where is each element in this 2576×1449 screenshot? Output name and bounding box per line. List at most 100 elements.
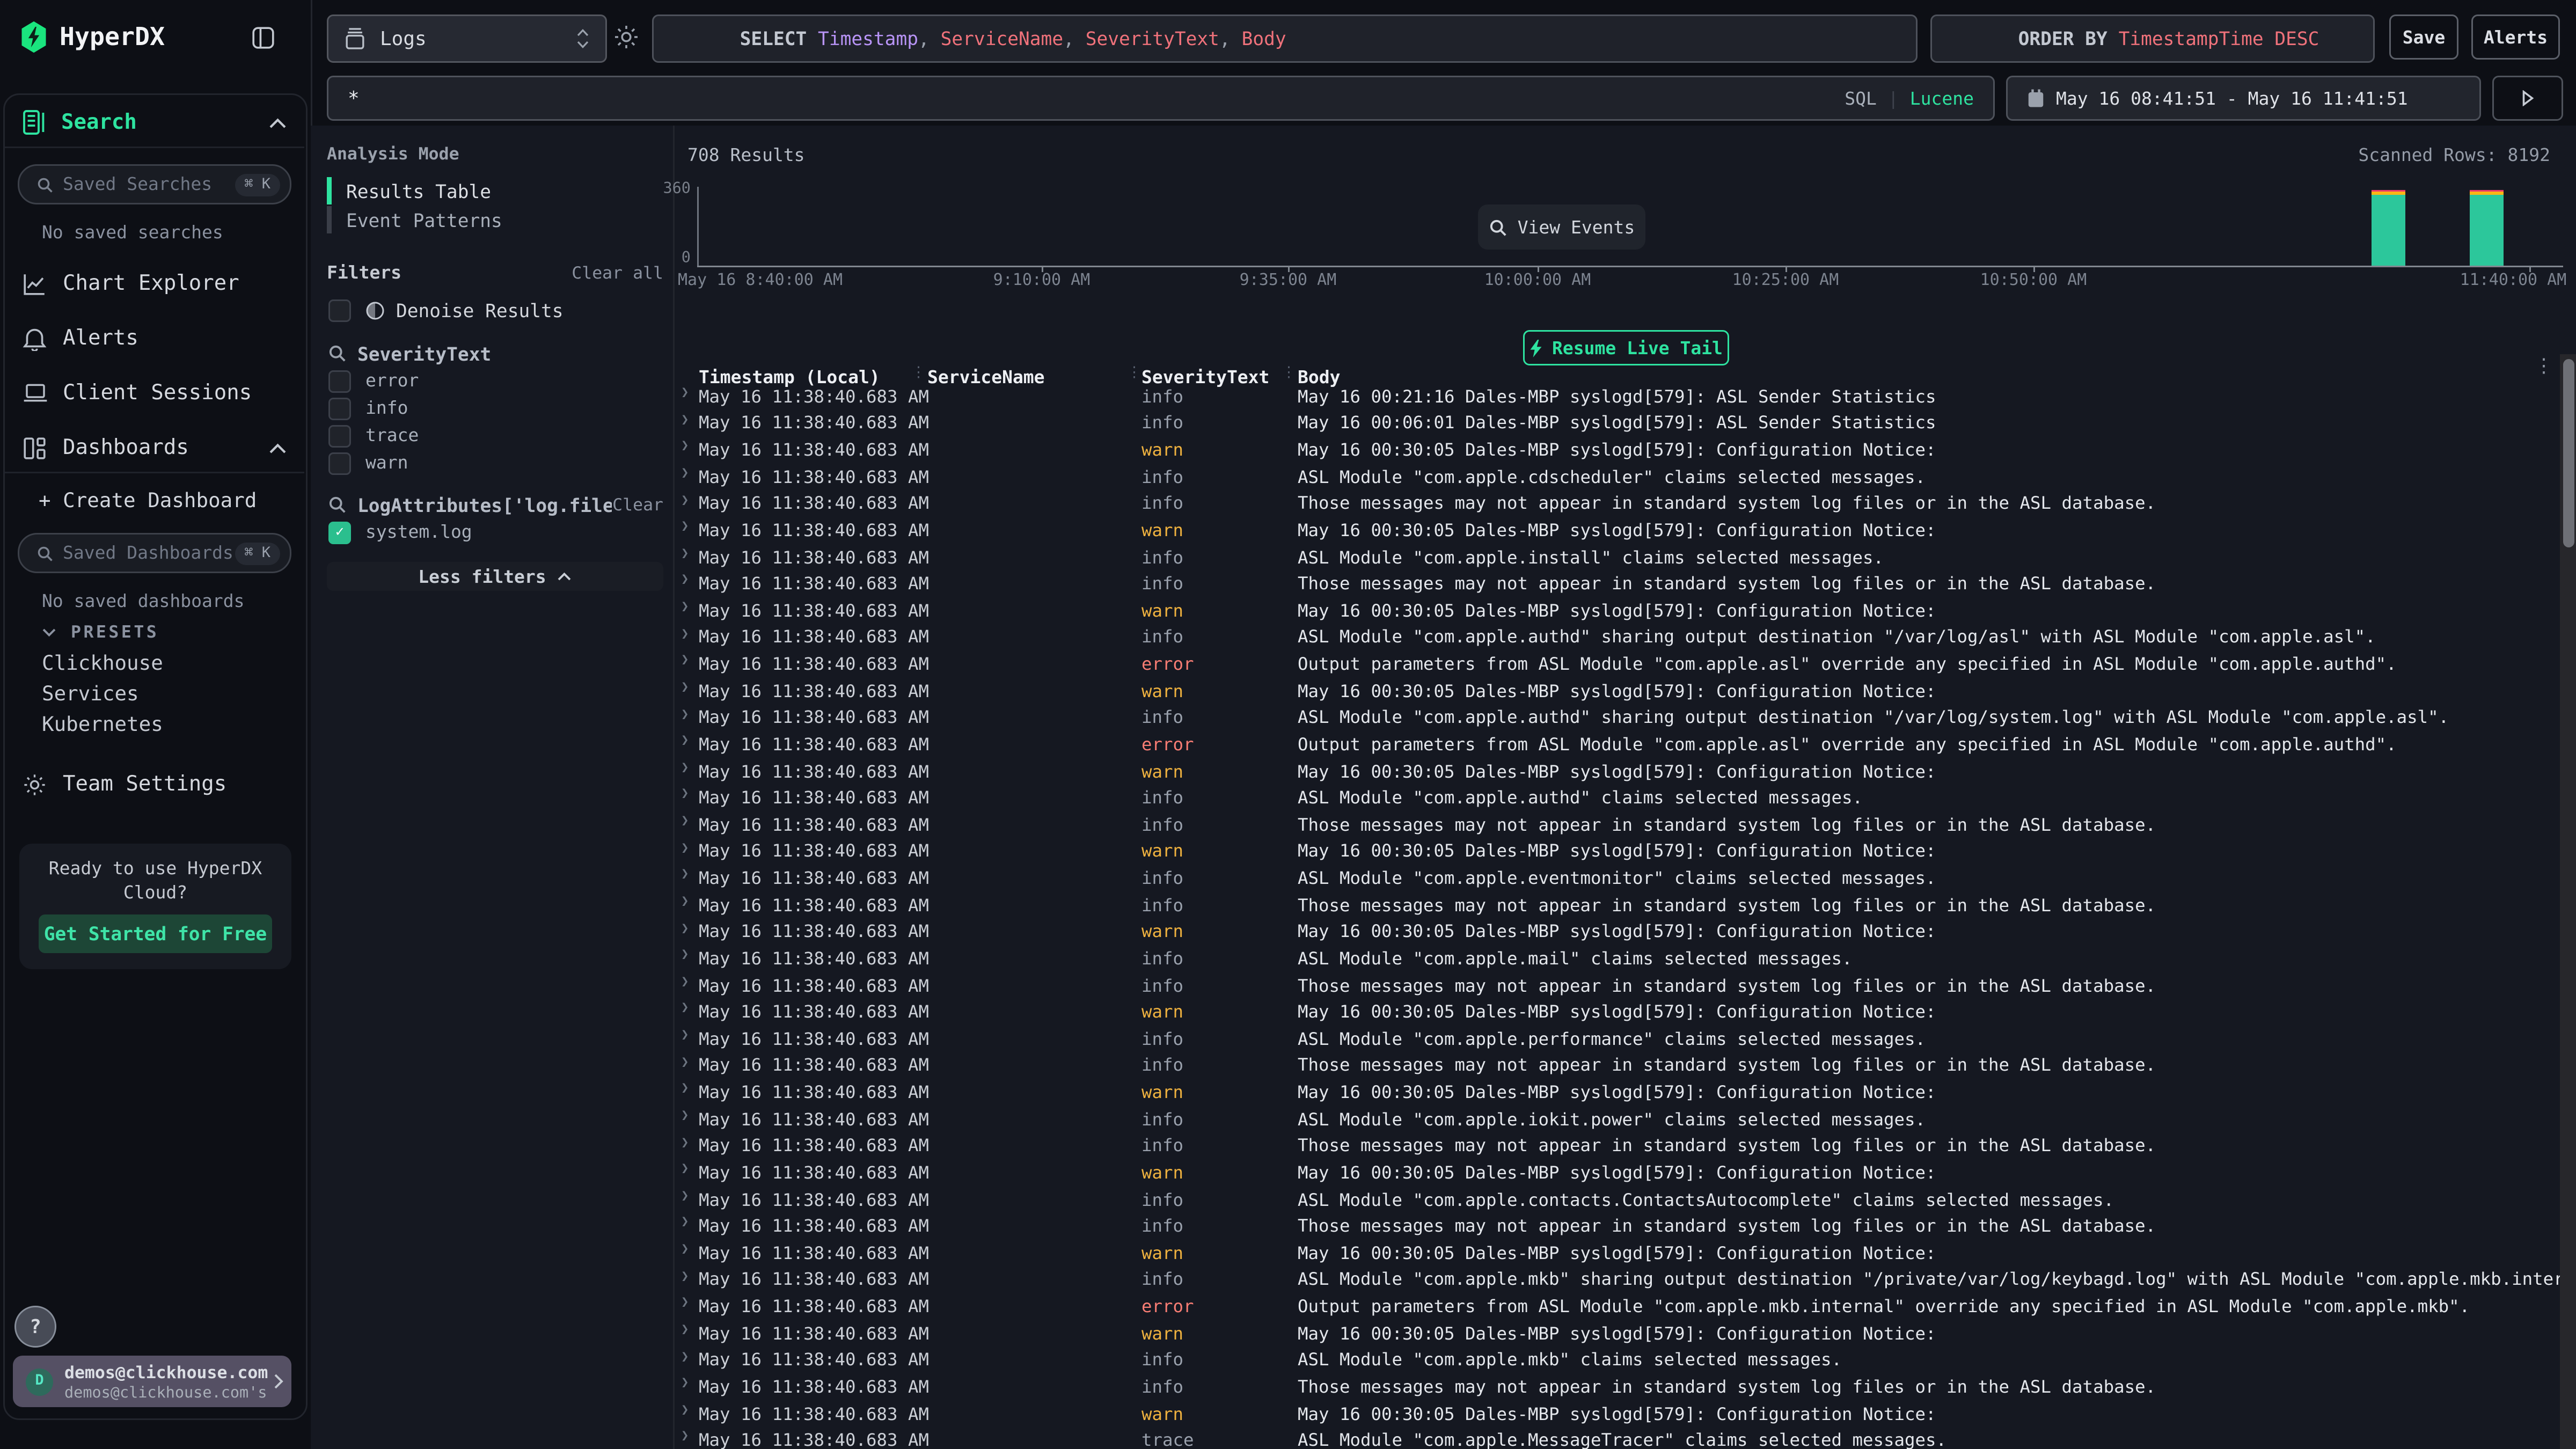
table-row[interactable]: ❯May 16 11:38:40.683 AMwarnMay 16 00:30:… (673, 1159, 2560, 1186)
denoise-checkbox[interactable] (328, 299, 351, 321)
sql-select-input[interactable]: SELECT Timestamp, ServiceName, SeverityT… (652, 14, 1918, 63)
language-toggle[interactable]: SQL | Lucene (1845, 77, 1974, 119)
table-row[interactable]: ❯May 16 11:38:40.683 AMinfoASL Module "c… (673, 1186, 2560, 1213)
bar-segment-error[interactable] (2470, 189, 2504, 192)
checkbox[interactable] (328, 425, 351, 447)
row-expand-icon[interactable]: ❯ (681, 1268, 689, 1283)
sidebar-item-alerts[interactable]: Alerts (23, 322, 287, 354)
table-row[interactable]: ❯May 16 11:38:40.683 AMinfoMay 16 00:06:… (673, 410, 2560, 437)
row-expand-icon[interactable]: ❯ (681, 1000, 689, 1015)
row-expand-icon[interactable]: ❯ (681, 1241, 689, 1256)
table-row[interactable]: ❯May 16 11:38:40.683 AMinfoASL Module "c… (673, 945, 2560, 972)
saved-dashboards-input[interactable]: Saved Dashboards ⌘ K (18, 533, 291, 573)
table-row[interactable]: ❯May 16 11:38:40.683 AMwarnMay 16 00:30:… (673, 597, 2560, 624)
preset-item-services[interactable]: Services (42, 681, 163, 712)
row-expand-icon[interactable]: ❯ (681, 1375, 689, 1389)
chevron-up-icon[interactable] (269, 442, 287, 453)
view-events-button[interactable]: View Events (1478, 204, 1645, 250)
lang-sql[interactable]: SQL (1845, 88, 1877, 109)
checkbox[interactable] (328, 452, 351, 474)
table-row[interactable]: ❯May 16 11:38:40.683 AMinfoThose message… (673, 491, 2560, 517)
table-row[interactable]: ❯May 16 11:38:40.683 AMinfoASL Module "c… (673, 1026, 2560, 1052)
column-resize-handle[interactable]: ⋮ (911, 365, 926, 382)
row-expand-icon[interactable]: ❯ (681, 1429, 689, 1443)
column-resize-handle[interactable]: ⋮ (1282, 365, 1296, 382)
table-row[interactable]: ❯May 16 11:38:40.683 AMinfoASL Module "c… (673, 1347, 2560, 1374)
table-row[interactable]: ❯May 16 11:38:40.683 AMinfoThose message… (673, 811, 2560, 838)
table-row[interactable]: ❯May 16 11:38:40.683 AMinfoASL Module "c… (673, 785, 2560, 811)
preset-item-clickhouse[interactable]: Clickhouse (42, 650, 163, 681)
filter-option-trace[interactable]: trace (328, 422, 663, 449)
row-expand-icon[interactable]: ❯ (681, 733, 689, 747)
table-row[interactable]: ❯May 16 11:38:40.683 AMwarnMay 16 00:30:… (673, 999, 2560, 1026)
bar-segment-warn[interactable] (2470, 192, 2504, 194)
bar-segment-info[interactable] (2470, 194, 2504, 266)
row-expand-icon[interactable]: ❯ (681, 920, 689, 935)
table-row[interactable]: ❯May 16 11:38:40.683 AMwarnMay 16 00:30:… (673, 1240, 2560, 1267)
alerts-button[interactable]: Alerts (2471, 14, 2560, 60)
filter-option-info[interactable]: info (328, 394, 663, 422)
time-range-picker[interactable]: May 16 08:41:51 - May 16 11:41:51 (2006, 76, 2481, 121)
create-dashboard-button[interactable]: + Create Dashboard (39, 488, 257, 512)
table-row[interactable]: ❯May 16 11:38:40.683 AMwarnMay 16 00:30:… (673, 919, 2560, 946)
row-expand-icon[interactable]: ❯ (681, 492, 689, 507)
table-row[interactable]: ❯May 16 11:38:40.683 AMerrorOutput param… (673, 1293, 2560, 1320)
checkbox[interactable]: ✓ (328, 521, 351, 544)
collapse-sidebar-icon[interactable] (251, 26, 275, 50)
checkbox[interactable] (328, 397, 351, 420)
table-row[interactable]: ❯May 16 11:38:40.683 AMinfoThose message… (673, 1213, 2560, 1240)
row-expand-icon[interactable]: ❯ (681, 759, 689, 774)
table-row[interactable]: ❯May 16 11:38:40.683 AMwarnMay 16 00:30:… (673, 517, 2560, 544)
table-row[interactable]: ❯May 16 11:38:40.683 AMinfoThose message… (673, 892, 2560, 919)
table-row[interactable]: ❯May 16 11:38:40.683 AMwarnMay 16 00:30:… (673, 437, 2560, 464)
row-expand-icon[interactable]: ❯ (681, 545, 689, 560)
row-expand-icon[interactable]: ❯ (681, 706, 689, 721)
clear-group-link[interactable]: Clear (612, 495, 663, 515)
row-expand-icon[interactable]: ❯ (681, 1054, 689, 1069)
table-row[interactable]: ❯May 16 11:38:40.683 AMinfoThose message… (673, 1373, 2560, 1400)
table-row[interactable]: ❯May 16 11:38:40.683 AMinfoASL Module "c… (673, 464, 2560, 491)
table-row[interactable]: ❯May 16 11:38:40.683 AMinfoMay 16 00:21:… (673, 383, 2560, 410)
table-row[interactable]: ❯May 16 11:38:40.683 AMtraceASL Module "… (673, 1427, 2560, 1449)
denoise-filter[interactable]: Denoise Results (328, 298, 564, 322)
resume-live-tail-button[interactable]: Resume Live Tail (1523, 330, 1729, 365)
row-expand-icon[interactable]: ❯ (681, 867, 689, 881)
table-row[interactable]: ❯May 16 11:38:40.683 AMinfoASL Module "c… (673, 544, 2560, 570)
search-icon[interactable] (328, 496, 346, 514)
sidebar-item-team-settings[interactable]: Team Settings (23, 768, 287, 800)
saved-searches-input[interactable]: Saved Searches ⌘ K (18, 164, 291, 204)
lang-lucene[interactable]: Lucene (1910, 88, 1974, 109)
table-row[interactable]: ❯May 16 11:38:40.683 AMinfoThose message… (673, 972, 2560, 999)
table-row[interactable]: ❯May 16 11:38:40.683 AMinfoASL Module "c… (673, 624, 2560, 651)
chevron-up-icon[interactable] (269, 117, 287, 128)
row-expand-icon[interactable]: ❯ (681, 840, 689, 854)
sidebar-item-client-sessions[interactable]: Client Sessions (23, 377, 287, 409)
save-button[interactable]: Save (2389, 14, 2458, 60)
row-expand-icon[interactable]: ❯ (681, 599, 689, 613)
row-expand-icon[interactable]: ❯ (681, 1161, 689, 1175)
row-expand-icon[interactable]: ❯ (681, 974, 689, 988)
table-row[interactable]: ❯May 16 11:38:40.683 AMwarnMay 16 00:30:… (673, 1079, 2560, 1106)
table-row[interactable]: ❯May 16 11:38:40.683 AMwarnMay 16 00:30:… (673, 1400, 2560, 1427)
row-expand-icon[interactable]: ❯ (681, 385, 689, 399)
row-expand-icon[interactable]: ❯ (681, 518, 689, 533)
clear-all-link[interactable]: Clear all (547, 264, 663, 283)
presets-toggle[interactable]: PRESETS (42, 621, 159, 644)
mode-results-table[interactable]: Results Table (327, 177, 491, 204)
user-menu[interactable]: D demos@clickhouse.com demos@clickhouse.… (13, 1356, 291, 1407)
live-tail-play-button[interactable] (2492, 76, 2563, 121)
row-expand-icon[interactable]: ❯ (681, 894, 689, 908)
help-button[interactable]: ? (14, 1306, 56, 1348)
table-row[interactable]: ❯May 16 11:38:40.683 AMinfoASL Module "c… (673, 1106, 2560, 1133)
query-input[interactable]: * SQL | Lucene (327, 76, 1995, 121)
row-expand-icon[interactable]: ❯ (681, 1135, 689, 1149)
row-expand-icon[interactable]: ❯ (681, 412, 689, 426)
row-expand-icon[interactable]: ❯ (681, 1295, 689, 1309)
sidebar-item-dashboards[interactable]: Dashboards (23, 431, 287, 464)
mode-event-patterns[interactable]: Event Patterns (327, 206, 502, 233)
scrollbar-thumb[interactable] (2563, 359, 2574, 547)
table-row[interactable]: ❯May 16 11:38:40.683 AMerrorOutput param… (673, 651, 2560, 678)
table-row[interactable]: ❯May 16 11:38:40.683 AMinfoASL Module "c… (673, 705, 2560, 731)
row-expand-icon[interactable]: ❯ (681, 786, 689, 801)
less-filters-button[interactable]: Less filters (327, 562, 663, 591)
